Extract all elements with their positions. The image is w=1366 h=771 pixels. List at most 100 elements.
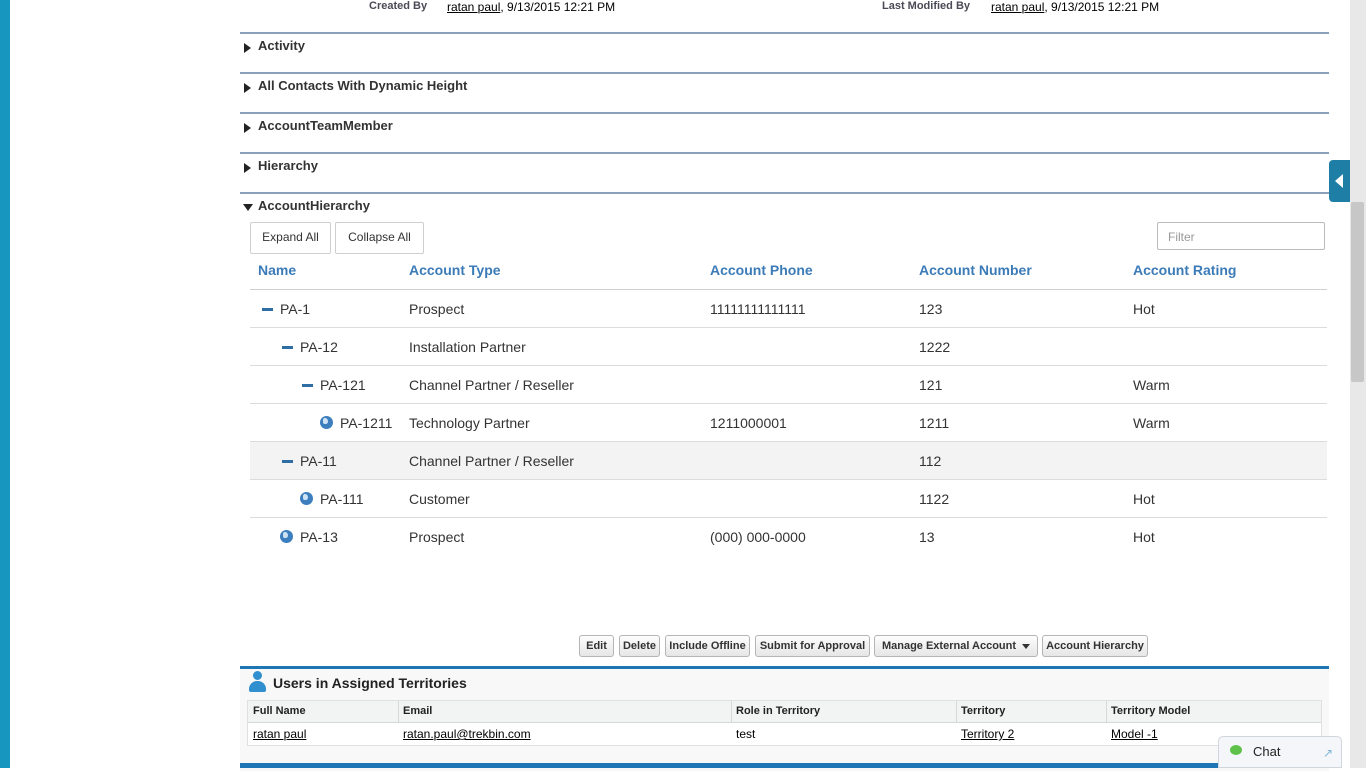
row-number: 112 <box>919 453 942 469</box>
row-number: 1122 <box>919 491 950 507</box>
user-email-link[interactable]: ratan.paul@trekbin.com <box>403 727 531 741</box>
left-frame-bar <box>0 0 10 768</box>
col-header-role[interactable]: Role in Territory <box>736 705 820 717</box>
filter-input[interactable]: Filter <box>1157 222 1325 250</box>
section-account-team-member[interactable]: AccountTeamMember <box>240 112 1329 154</box>
row-type: Customer <box>409 491 470 507</box>
caret-down-icon <box>1022 643 1031 649</box>
created-by-value: ratan paul, 9/13/2015 12:21 PM <box>447 0 615 14</box>
row-rating: Hot <box>1133 301 1155 317</box>
table-row[interactable]: PA-13 Prospect (000) 000-0000 13 Hot <box>250 518 1327 556</box>
user-icon-body <box>249 681 266 692</box>
collapse-minus-icon[interactable] <box>302 384 313 387</box>
edit-button[interactable]: Edit <box>579 635 614 657</box>
column-separator <box>1106 701 1107 722</box>
col-header-full-name[interactable]: Full Name <box>253 705 306 717</box>
row-name: PA-1 <box>280 301 311 317</box>
row-type: Installation Partner <box>409 339 526 355</box>
section-title: Activity <box>258 38 305 53</box>
row-type: Prospect <box>409 301 465 317</box>
globe-icon <box>300 492 313 505</box>
territory-link[interactable]: Territory 2 <box>961 727 1014 741</box>
row-name: PA-12 <box>300 339 338 355</box>
submit-for-approval-button[interactable]: Submit for Approval <box>755 635 870 657</box>
collapse-minus-icon[interactable] <box>282 460 293 463</box>
row-phone: 1211000001 <box>710 415 787 431</box>
collapse-minus-icon[interactable] <box>282 346 293 349</box>
triangle-down-icon <box>243 204 253 211</box>
row-number: 123 <box>919 301 943 317</box>
user-role: test <box>736 727 756 741</box>
row-name: PA-1211 <box>340 415 393 431</box>
col-header-email[interactable]: Email <box>403 705 432 717</box>
row-type: Prospect <box>409 529 465 545</box>
user-icon-head <box>253 671 262 680</box>
manage-external-account-button[interactable]: Manage External Account <box>874 635 1038 657</box>
row-rating: Hot <box>1133 491 1155 507</box>
chat-widget[interactable]: Chat ↗ <box>1218 736 1342 768</box>
row-type: Technology Partner <box>409 415 530 431</box>
table-row[interactable]: PA-111 Customer 1122 Hot <box>250 480 1327 518</box>
table-row[interactable]: PA-12 Installation Partner 1222 <box>250 328 1327 366</box>
row-name: PA-121 <box>320 377 366 393</box>
table-row[interactable]: PA-1 Prospect 11111111111111 123 Hot <box>250 290 1327 328</box>
col-header-account-number[interactable]: Account Number <box>919 262 1032 278</box>
sidebar-toggle-tab[interactable] <box>1329 160 1350 202</box>
delete-button[interactable]: Delete <box>619 635 660 657</box>
row-type: Channel Partner / Reseller <box>409 377 574 393</box>
collapse-all-button[interactable]: Collapse All <box>335 222 424 254</box>
section-title: Hierarchy <box>258 158 318 173</box>
created-by-date: , 9/13/2015 12:21 PM <box>500 0 616 14</box>
triangle-right-icon <box>244 83 251 93</box>
section-title: AccountHierarchy <box>258 198 370 213</box>
row-name: PA-13 <box>300 529 338 545</box>
row-rating: Warm <box>1133 377 1170 393</box>
section-all-contacts[interactable]: All Contacts With Dynamic Height <box>240 72 1329 114</box>
created-by-user-link[interactable]: ratan paul <box>447 0 500 14</box>
triangle-right-icon <box>244 43 251 53</box>
triangle-right-icon <box>244 123 251 133</box>
column-separator <box>956 701 957 722</box>
scrollbar-track[interactable] <box>1350 0 1366 768</box>
collapse-minus-icon[interactable] <box>262 308 273 311</box>
col-header-territory[interactable]: Territory <box>961 705 1005 717</box>
chat-label: Chat <box>1253 744 1281 759</box>
section-activity[interactable]: Activity <box>240 32 1329 74</box>
row-number: 1222 <box>919 339 951 355</box>
expand-arrow-icon[interactable]: ↗ <box>1323 746 1333 760</box>
column-separator <box>398 701 399 722</box>
table-row[interactable]: PA-121 Channel Partner / Reseller 121 Wa… <box>250 366 1327 404</box>
scrollbar-thumb[interactable] <box>1351 202 1364 382</box>
territory-model-link[interactable]: Model -1 <box>1111 727 1158 741</box>
created-by-label: Created By <box>369 0 428 12</box>
section-title: All Contacts With Dynamic Height <box>258 78 468 93</box>
expand-all-button[interactable]: Expand All <box>250 222 331 254</box>
manage-external-account-label: Manage External Account <box>881 640 1017 652</box>
include-offline-button[interactable]: Include Offline <box>665 635 750 657</box>
section-hierarchy[interactable]: Hierarchy <box>240 152 1329 194</box>
user-icon <box>247 671 267 693</box>
modified-by-user-link[interactable]: ratan paul <box>991 0 1044 14</box>
col-header-account-phone[interactable]: Account Phone <box>710 262 813 278</box>
row-name: PA-111 <box>320 491 364 507</box>
chevron-left-icon <box>1335 174 1343 188</box>
row-number: 1211 <box>919 415 950 431</box>
row-name: PA-11 <box>300 453 337 469</box>
bottom-section-border <box>240 763 1218 768</box>
section-title: AccountTeamMember <box>258 118 393 133</box>
user-full-name-link[interactable]: ratan paul <box>253 727 306 741</box>
col-header-account-rating[interactable]: Account Rating <box>1133 262 1236 278</box>
modified-by-label: Last Modified By <box>882 0 971 12</box>
col-header-account-type[interactable]: Account Type <box>409 262 501 278</box>
table-row[interactable]: PA-1211 Technology Partner 1211000001 12… <box>250 404 1327 442</box>
table-row[interactable]: PA-11 Channel Partner / Reseller 112 <box>250 442 1327 480</box>
column-separator <box>731 701 732 722</box>
col-header-name[interactable]: Name <box>258 262 296 278</box>
col-header-territory-model[interactable]: Territory Model <box>1111 705 1190 717</box>
account-hierarchy-button[interactable]: Account Hierarchy <box>1042 635 1148 657</box>
chat-bubble-icon <box>1230 745 1242 755</box>
triangle-right-icon <box>244 163 251 173</box>
globe-icon <box>320 416 333 429</box>
territories-title: Users in Assigned Territories <box>273 675 467 691</box>
row-number: 13 <box>919 529 935 545</box>
